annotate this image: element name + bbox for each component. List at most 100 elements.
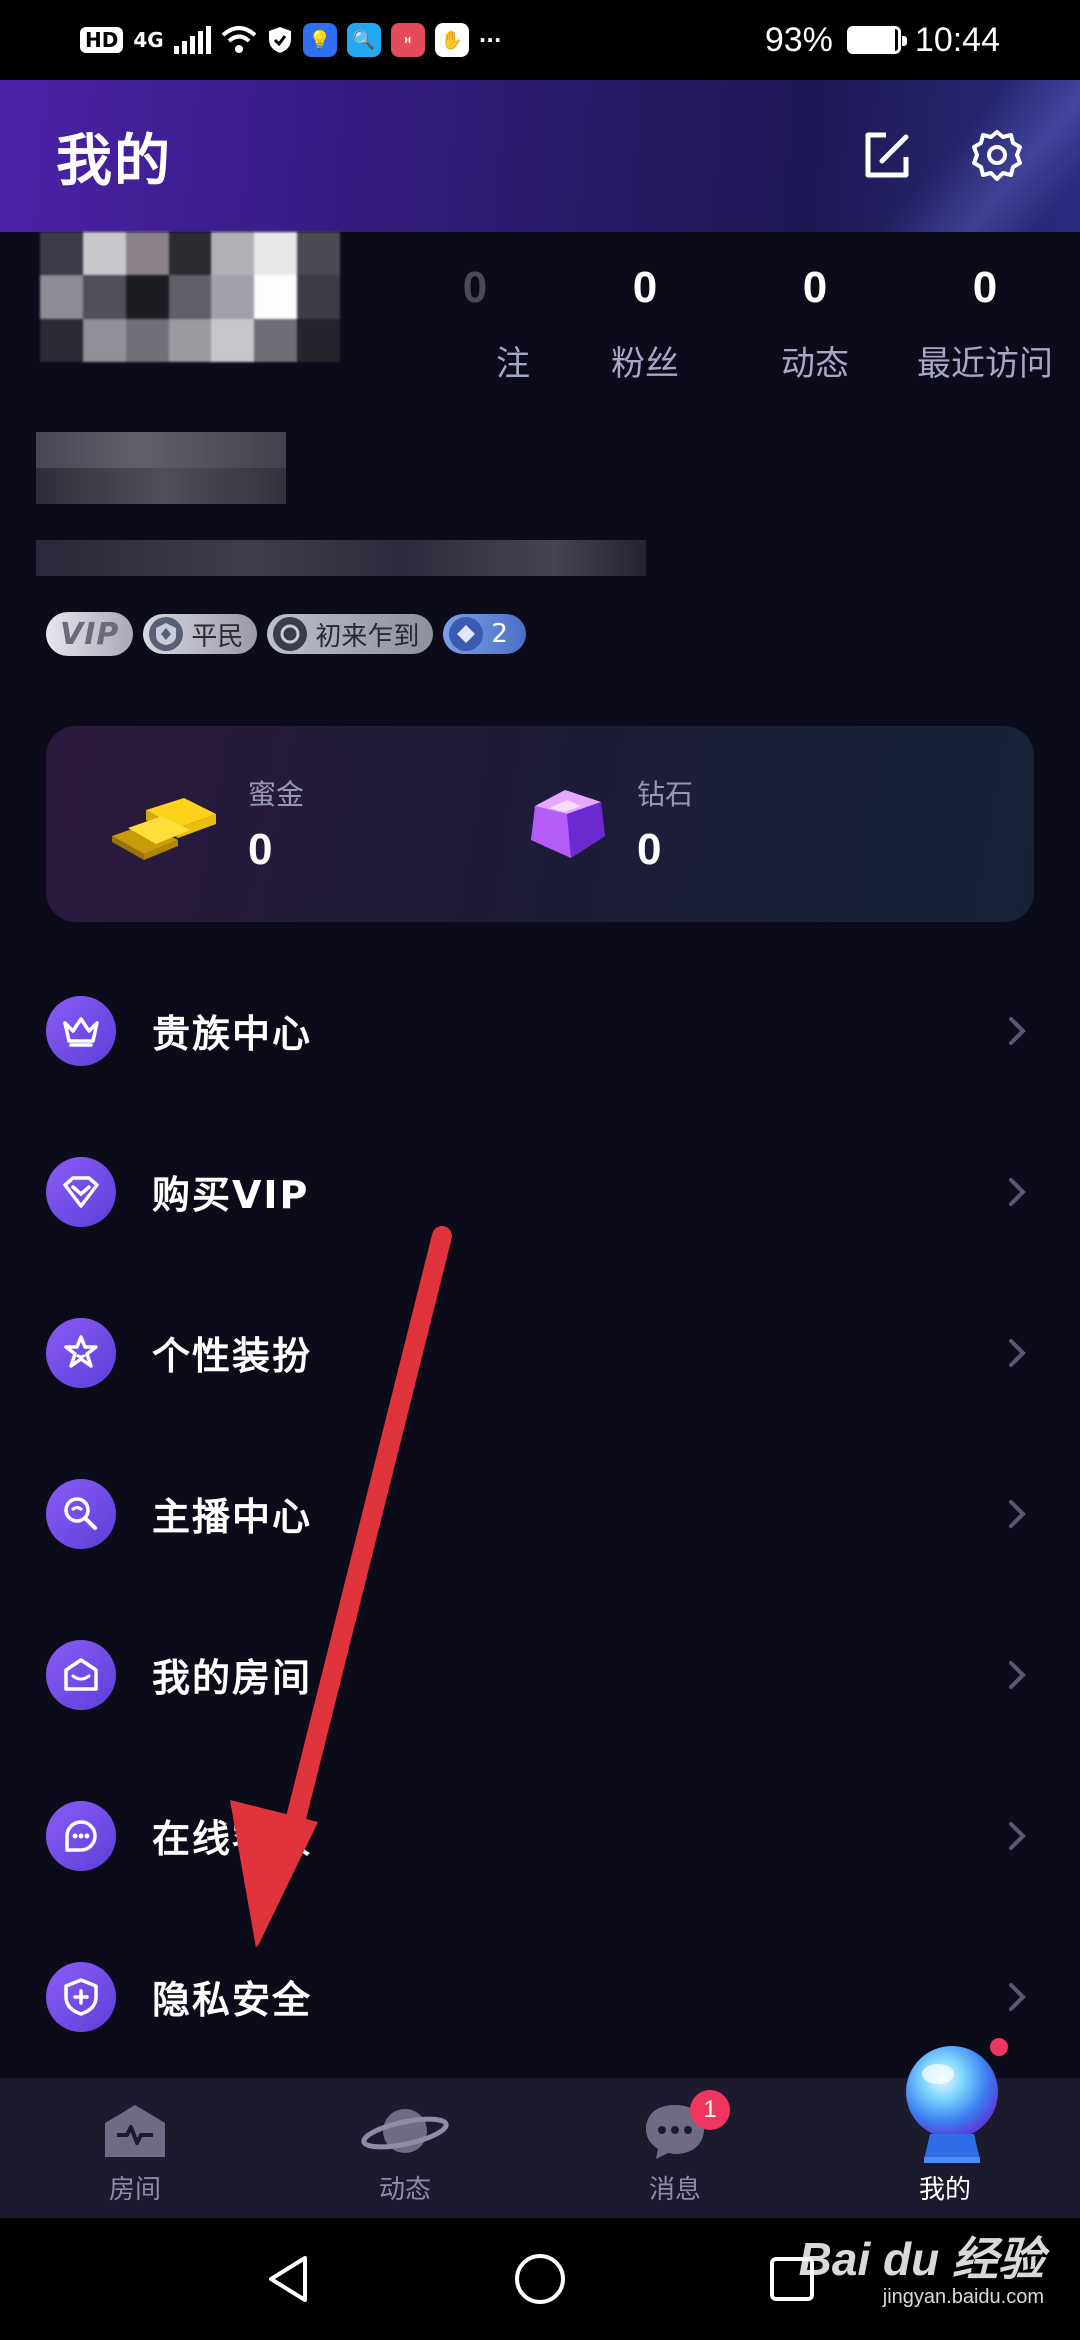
rank-tag[interactable]: 平民 [143,614,258,654]
status-bar: HD 4G 💡 🔍 H ✋ ··· 93% 10:44 [0,0,1080,80]
watermark-url: jingyan.baidu.com [882,2286,1044,2308]
signal-icon [173,26,211,54]
menu-item-personal-dress[interactable]: 个性装扮 [0,1272,1080,1433]
orb-icon [900,2042,1004,2172]
menu-item-personal-dress-label: 个性装扮 [152,1334,313,1378]
watermark: Bai du 经验 jingyan.baidu.com [799,2236,1044,2309]
shield-icon [46,1961,116,2032]
menu-item-anchor-center-label: 主播中心 [152,1495,313,1539]
star-dress-icon [46,1317,116,1388]
chevron-right-icon [1000,1658,1034,1692]
rank-emblem-icon [149,617,184,651]
wallet-honey-gold-label: 蜜金 [248,778,305,811]
stat-fans[interactable]: 0 粉丝 [560,260,730,385]
username-redacted-2 [36,468,286,504]
menu-item-my-room[interactable]: 我的房间 [0,1594,1080,1755]
tab-mine[interactable]: 我的 [810,2038,1080,2218]
menu-item-buy-vip-label: 购买VIP [152,1173,310,1217]
page-title: 我的 [56,128,172,194]
title-tag[interactable]: 初来乍到 [267,614,434,654]
chevron-right-icon [1000,1980,1034,2014]
wallet-card: 蜜金 0 钻石 0 [46,726,1034,922]
wallet-diamond[interactable]: 钻石 0 [501,726,956,922]
avatar[interactable] [40,232,340,362]
stats-row: 0 注 0 粉丝 0 动态 0 最近访问 [390,260,1080,385]
user-id-redacted [36,540,646,576]
level-tag[interactable]: 2 [443,614,526,654]
tab-messages[interactable]: 1 消息 [540,2078,810,2218]
menu-item-privacy-security-label: 隐私安全 [152,1978,313,2022]
wifi-icon [221,26,257,53]
chevron-right-icon [1000,1497,1034,1531]
page-header: 我的 [0,80,1080,232]
title-tag-label: 初来乍到 [315,621,420,652]
tab-moments[interactable]: 动态 [270,2078,540,2218]
chevron-right-icon [1000,1014,1034,1048]
tab-moments-label: 动态 [378,2175,431,2205]
stat-recent-visits[interactable]: 0 最近访问 [900,260,1070,385]
chevron-right-icon [1000,1819,1034,1853]
tab-messages-label: 消息 [648,2175,701,2205]
hd-badge: HD [80,27,124,53]
watermark-logo: Bai du 经验 [798,2233,1044,2285]
rank-tag-label: 平民 [191,621,244,652]
shield-status-icon [268,27,291,53]
battery-icon [846,26,907,54]
notification-dot [990,2038,1008,2056]
stat-fans-label: 粉丝 [611,344,679,384]
gold-bar-icon [112,798,216,860]
stat-fans-value: 0 [632,263,658,312]
home-icon[interactable] [513,2252,567,2306]
stat-following-value: 0 [462,263,488,312]
tab-mine-label: 我的 [918,2175,971,2205]
wallet-honey-gold[interactable]: 蜜金 0 [46,726,501,922]
wallet-honey-gold-value: 0 [248,825,273,874]
planet-icon [361,2109,449,2153]
diamond-icon [531,790,605,858]
menu-item-noble-center-label: 贵族中心 [152,1012,313,1056]
stat-posts[interactable]: 0 动态 [730,260,900,385]
app-search-icon: 🔍 [346,23,381,57]
microphone-icon [46,1478,116,1549]
profile-section: 0 注 0 粉丝 0 动态 0 最近访问 VIP 平民 初来乍到 2 [0,232,1080,672]
more-indicator: ··· [478,28,502,52]
stat-posts-label: 动态 [781,344,849,384]
level-emblem-icon [449,617,484,651]
menu-item-anchor-center[interactable]: 主播中心 [0,1433,1080,1594]
chevron-right-icon [1000,1175,1034,1209]
room-tab-icon [105,2105,165,2157]
stat-recent-visits-value: 0 [972,263,998,312]
title-emblem-icon [273,617,308,651]
level-tag-label: 2 [491,619,508,649]
network-label: 4G [133,28,164,52]
menu-item-buy-vip[interactable]: 购买VIP [0,1111,1080,1272]
wallet-diamond-value: 0 [637,825,662,874]
gear-icon[interactable] [970,129,1024,183]
menu-list: 贵族中心 购买VIP 个性装扮 主播中心 我的房间 在线客服 隐私安全 [0,950,1080,2077]
edit-icon[interactable] [860,129,914,183]
stat-recent-visits-label: 最近访问 [917,344,1053,384]
badge-row: VIP 平民 初来乍到 2 [46,612,526,656]
tab-room-label: 房间 [108,2175,161,2205]
menu-item-online-support[interactable]: 在线客服 [0,1755,1080,1916]
room-icon [46,1639,116,1710]
vip-badge[interactable]: VIP [46,612,134,656]
crown-icon [46,995,116,1066]
stat-following[interactable]: 0 注 [390,260,560,385]
battery-percent: 93% [764,20,833,59]
app-hand-icon: ✋ [434,23,469,57]
menu-item-online-support-label: 在线客服 [152,1817,313,1861]
clock: 10:44 [914,20,1000,59]
back-icon[interactable] [263,2252,313,2306]
menu-item-noble-center[interactable]: 贵族中心 [0,950,1080,1111]
stat-following-label: 注 [496,344,530,384]
menu-item-my-room-label: 我的房间 [152,1656,313,1700]
tab-room[interactable]: 房间 [0,2078,270,2218]
stat-posts-value: 0 [802,263,828,312]
app-bulb-icon: 💡 [302,23,337,57]
username-redacted [36,432,286,468]
vip-diamond-icon [46,1156,116,1227]
bottom-nav: 房间 动态 1 消息 我的 [0,2038,1080,2218]
wallet-diamond-label: 钻石 [637,778,694,811]
message-count-badge: 1 [690,2090,730,2130]
